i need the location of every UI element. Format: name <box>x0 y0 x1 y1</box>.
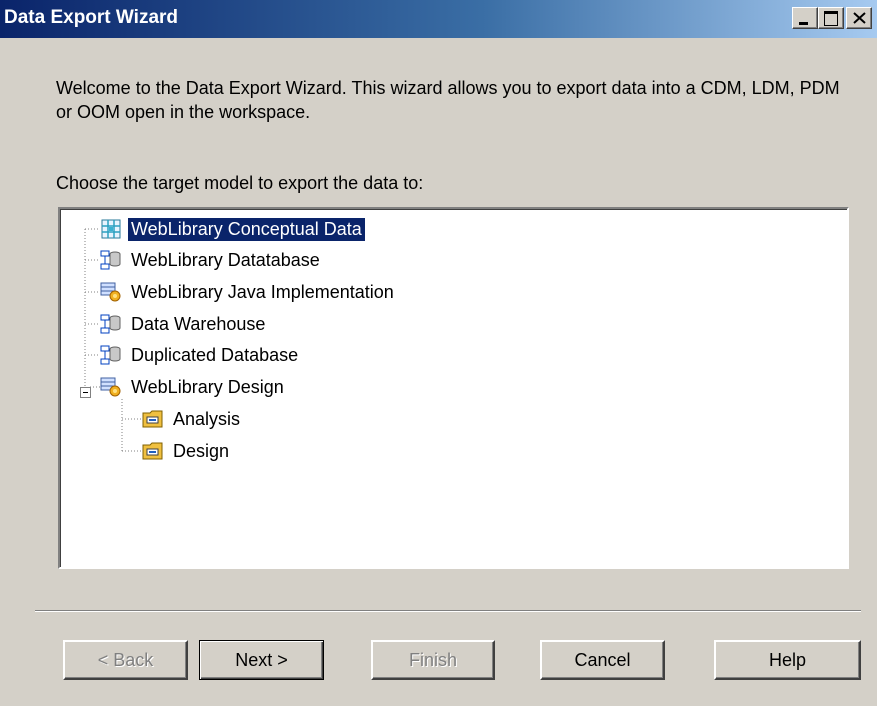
object-model-icon <box>100 377 121 397</box>
tree-item-duplicated-database[interactable]: Duplicated Database <box>100 342 301 368</box>
target-model-tree[interactable]: WebLibrary Conceptual Data WebLibrary Da… <box>58 207 849 569</box>
finish-button[interactable]: Finish <box>371 640 495 680</box>
tree-item-weblibrary-java-implementation[interactable]: WebLibrary Java Implementation <box>100 279 397 305</box>
tree-item-label: WebLibrary Design <box>131 376 284 397</box>
conceptual-model-icon <box>101 219 121 239</box>
tree-item-label: Analysis <box>173 408 241 429</box>
tree-item-design[interactable]: Design <box>142 438 232 464</box>
tree-item-analysis[interactable]: Analysis <box>142 406 243 432</box>
title-bar[interactable]: Data Export Wizard <box>0 0 877 38</box>
data-export-wizard-window: Data Export Wizard Welcome to the Data E… <box>0 0 877 706</box>
physical-model-icon <box>100 345 121 365</box>
tree-item-label: WebLibrary Java Implementation <box>131 281 394 302</box>
package-icon <box>142 410 163 428</box>
collapse-toggle-weblibrary-design[interactable] <box>80 387 91 398</box>
tree-item-data-warehouse[interactable]: Data Warehouse <box>100 311 268 337</box>
object-model-icon <box>100 282 121 302</box>
physical-model-icon <box>100 314 121 334</box>
cancel-button[interactable]: Cancel <box>540 640 665 680</box>
maximize-button[interactable] <box>818 7 844 29</box>
help-button[interactable]: Help <box>714 640 861 680</box>
close-button[interactable] <box>846 7 872 29</box>
back-button[interactable]: < Back <box>63 640 188 680</box>
tree-item-weblibrary-design[interactable]: WebLibrary Design <box>100 374 287 400</box>
tree-item-label: WebLibrary Datatabase <box>131 249 320 270</box>
tree-item-weblibrary-conceptual-data[interactable]: WebLibrary Conceptual Data <box>100 216 366 242</box>
tree-item-label: WebLibrary Conceptual Data <box>127 216 366 242</box>
minimize-button[interactable] <box>792 7 818 29</box>
window-title: Data Export Wizard <box>4 7 179 28</box>
tree-item-weblibrary-datatabase[interactable]: WebLibrary Datatabase <box>100 247 323 273</box>
package-icon <box>142 442 163 460</box>
intro-text: Welcome to the Data Export Wizard. This … <box>56 78 840 122</box>
tree-item-label: Data Warehouse <box>131 313 266 334</box>
button-separator <box>35 610 861 612</box>
physical-model-icon <box>100 250 121 270</box>
next-button[interactable]: Next > <box>199 640 324 680</box>
close-icon <box>853 12 866 24</box>
target-model-prompt: Choose the target model to export the da… <box>56 173 424 193</box>
tree-item-label: Design <box>173 440 230 461</box>
tree-item-label: Duplicated Database <box>131 344 299 365</box>
